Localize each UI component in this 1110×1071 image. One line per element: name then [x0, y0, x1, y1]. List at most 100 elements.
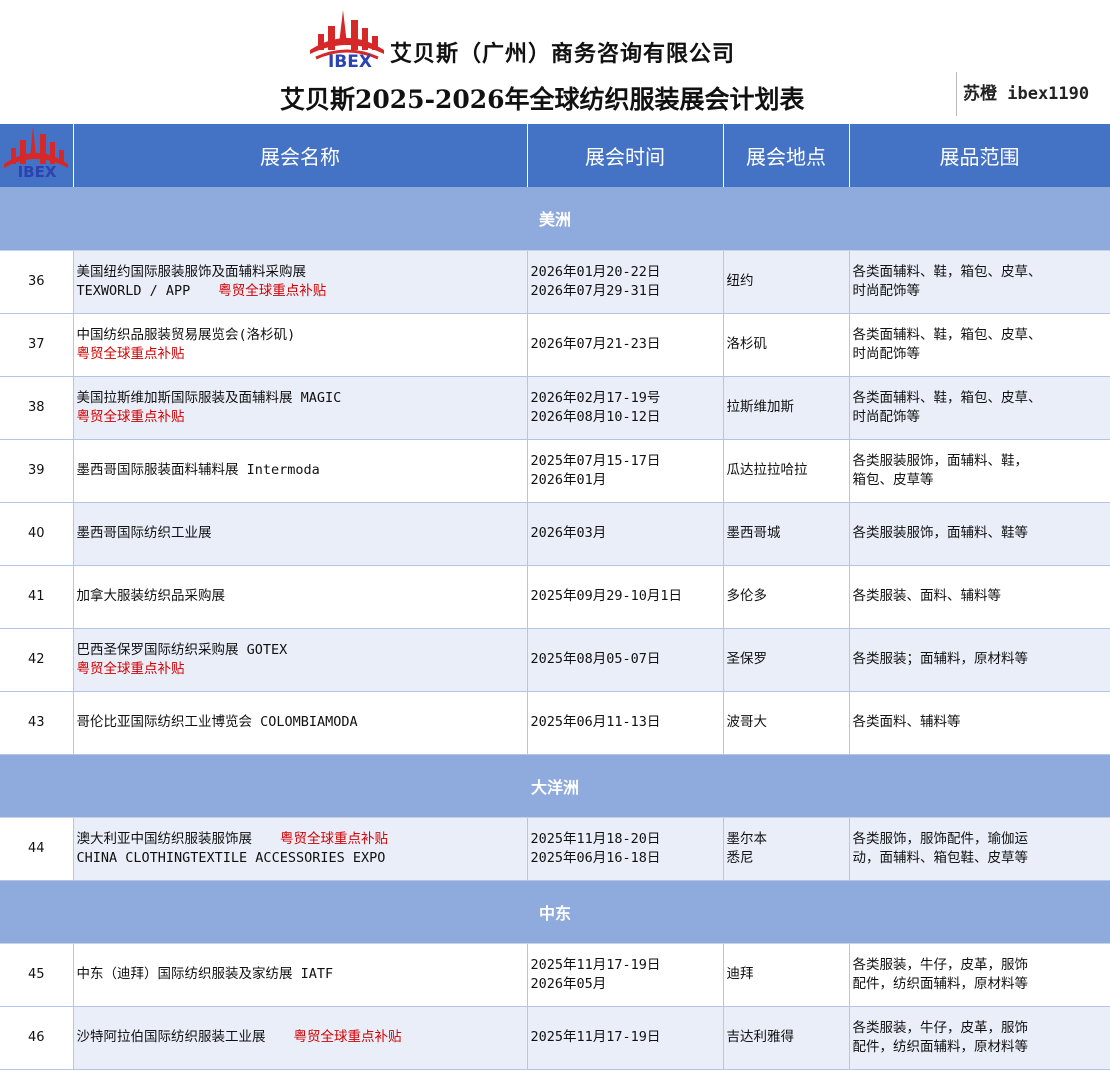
document-header: IBEX 艾贝斯（广州）商务咨询有限公司 艾贝斯2025-2026年全球纺织服装…	[0, 0, 1110, 124]
table-row: 45 中东（迪拜）国际纺织服装及家纺展 IATF 2025年11月17-19日 …	[0, 943, 1110, 1007]
scope-line: 时尚配饰等	[852, 282, 921, 299]
exhibition-name: 沙特阿拉伯国际纺织服装工业展 粤贸全球重点补贴	[73, 1006, 528, 1070]
subsidy-tag: 粤贸全球重点补贴	[76, 408, 185, 425]
exhibition-table: IBEX 展会名称 展会时间 展会地点 展品范围 美洲 36 美国纽约国际服装服…	[0, 124, 1110, 1070]
exhibition-location: 多伦多	[723, 565, 850, 629]
row-number: 37	[0, 313, 74, 377]
row-number: 42	[0, 628, 74, 692]
table-row: 43 哥伦比亚国际纺织工业博览会 COLOMBIAMODA 2025年06月11…	[0, 691, 1110, 755]
scope-line: 各类服饰，服饰配件，瑜伽运	[852, 830, 1029, 847]
exhibition-date: 2025年08月05-07日	[527, 628, 724, 692]
date-line: 2026年08月10-12日	[530, 408, 661, 425]
name-line: CHINA CLOTHINGTEXTILE ACCESSORIES EXPO	[76, 849, 386, 866]
location-line: 墨尔本	[726, 830, 768, 847]
exhibition-location: 波哥大	[723, 691, 850, 755]
scope-line: 时尚配饰等	[852, 408, 921, 425]
exhibition-date: 2026年07月21-23日	[527, 313, 724, 377]
date-line: 2025年11月18-20日	[530, 830, 661, 847]
region-label: 中东	[0, 880, 1110, 944]
exhibition-date: 2025年11月17-19日	[527, 1006, 724, 1070]
exhibition-scope: 各类服装；面辅料，原材料等	[849, 628, 1110, 692]
column-header-location: 展会地点	[723, 124, 850, 187]
subsidy-tag: 粤贸全球重点补贴	[218, 282, 327, 299]
scope-line: 各类服装，牛仔，皮革，服饰	[852, 956, 1029, 973]
region-label: 美洲	[0, 187, 1110, 251]
scope-line: 各类面辅料、鞋，箱包、皮草、	[852, 263, 1042, 280]
table-header-row: IBEX 展会名称 展会时间 展会地点 展品范围	[0, 124, 1110, 187]
date-line: 2025年11月17-19日	[530, 956, 661, 973]
exhibition-name: 巴西圣保罗国际纺织采购展 GOTEX 粤贸全球重点补贴	[73, 628, 528, 692]
header-logo-cell: IBEX	[0, 124, 74, 187]
region-row-americas: 美洲	[0, 187, 1110, 251]
exhibition-location: 圣保罗	[723, 628, 850, 692]
exhibition-scope: 各类服装、面料、辅料等	[849, 565, 1110, 629]
row-number: 45	[0, 943, 74, 1007]
region-label: 大洋洲	[0, 754, 1110, 818]
row-number: 44	[0, 817, 74, 881]
logo-text: IBEX	[327, 52, 372, 72]
table-row: 36 美国纽约国际服装服饰及面辅料采购展 TEXWORLD / APP 粤贸全球重…	[0, 250, 1110, 314]
location-line: 悉尼	[726, 849, 754, 866]
table-row: 46 沙特阿拉伯国际纺织服装工业展 粤贸全球重点补贴 2025年11月17-19日…	[0, 1006, 1110, 1070]
table-row: 38 美国拉斯维加斯国际服装及面辅料展 MAGIC 粤贸全球重点补贴 2026年…	[0, 376, 1110, 440]
scope-line: 各类服装服饰，面辅料、鞋，	[852, 452, 1029, 469]
contact-label: 苏橙 ibex1190	[956, 72, 1106, 116]
exhibition-name: 墨西哥国际纺织工业展	[73, 502, 528, 566]
date-line: 2026年01月	[530, 471, 607, 488]
scope-line: 配件，纺织面辅料，原材料等	[852, 975, 1029, 992]
exhibition-date: 2026年01月20-22日 2026年07月29-31日	[527, 250, 724, 314]
page-title: 艾贝斯2025-2026年全球纺织服装展会计划表	[280, 85, 805, 114]
small-logo-text: IBEX	[17, 163, 57, 181]
exhibition-scope: 各类服装，牛仔，皮革，服饰 配件，纺织面辅料，原材料等	[849, 1006, 1110, 1070]
region-row-oceania: 大洋洲	[0, 754, 1110, 818]
table-row: 42 巴西圣保罗国际纺织采购展 GOTEX 粤贸全球重点补贴 2025年08月0…	[0, 628, 1110, 692]
name-line: TEXWORLD / APP	[76, 282, 191, 299]
table-row: 44 澳大利亚中国纺织服装服饰展 粤贸全球重点补贴 CHINA CLOTHINGT…	[0, 817, 1110, 881]
name-line: 澳大利亚中国纺织服装服饰展	[76, 830, 253, 847]
table-row: 37 中国纺织品服装贸易展览会(洛杉矶) 粤贸全球重点补贴 2026年07月21…	[0, 313, 1110, 377]
name-line: 中国纺织品服装贸易展览会(洛杉矶)	[76, 326, 296, 343]
date-line: 2026年07月29-31日	[530, 282, 661, 299]
exhibition-location: 迪拜	[723, 943, 850, 1007]
column-header-name: 展会名称	[73, 124, 528, 187]
exhibition-scope: 各类面料、辅料等	[849, 691, 1110, 755]
exhibition-date: 2026年03月	[527, 502, 724, 566]
table-row: 41 加拿大服装纺织品采购展 2025年09月29-10月1日 多伦多 各类服装…	[0, 565, 1110, 629]
exhibition-date: 2025年11月17-19日 2026年05月	[527, 943, 724, 1007]
exhibition-scope: 各类面辅料、鞋，箱包、皮草、 时尚配饰等	[849, 250, 1110, 314]
table-row: 40 墨西哥国际纺织工业展 2026年03月 墨西哥城 各类服装服饰，面辅料、鞋…	[0, 502, 1110, 566]
exhibition-date: 2025年06月11-13日	[527, 691, 724, 755]
exhibition-scope: 各类面辅料、鞋，箱包、皮草、 时尚配饰等	[849, 313, 1110, 377]
exhibition-name: 美国拉斯维加斯国际服装及面辅料展 MAGIC 粤贸全球重点补贴	[73, 376, 528, 440]
column-header-date: 展会时间	[527, 124, 724, 187]
exhibition-scope: 各类服装服饰，面辅料、鞋等	[849, 502, 1110, 566]
row-number: 39	[0, 439, 74, 503]
exhibition-name: 墨西哥国际服装面料辅料展 Intermoda	[73, 439, 528, 503]
exhibition-scope: 各类服装服饰，面辅料、鞋， 箱包、皮草等	[849, 439, 1110, 503]
row-number: 40	[0, 502, 74, 566]
name-line: 巴西圣保罗国际纺织采购展 GOTEX	[76, 641, 288, 658]
name-line: 美国拉斯维加斯国际服装及面辅料展 MAGIC	[76, 389, 342, 406]
subsidy-tag: 粤贸全球重点补贴	[280, 830, 388, 847]
column-header-scope: 展品范围	[849, 124, 1110, 187]
subsidy-tag: 粤贸全球重点补贴	[293, 1029, 402, 1045]
name-line: 美国纽约国际服装服饰及面辅料采购展	[76, 263, 307, 280]
subsidy-tag: 粤贸全球重点补贴	[76, 345, 185, 362]
row-number: 38	[0, 376, 74, 440]
row-number: 46	[0, 1006, 74, 1070]
exhibition-date: 2025年07月15-17日 2026年01月	[527, 439, 724, 503]
row-number: 36	[0, 250, 74, 314]
region-row-middle-east: 中东	[0, 880, 1110, 944]
exhibition-date: 2026年02月17-19号 2026年08月10-12日	[527, 376, 724, 440]
exhibition-location: 墨尔本 悉尼	[723, 817, 850, 881]
name-line: 沙特阿拉伯国际纺织服装工业展	[76, 1029, 266, 1045]
exhibition-location: 墨西哥城	[723, 502, 850, 566]
exhibition-scope: 各类服装，牛仔，皮革，服饰 配件，纺织面辅料，原材料等	[849, 943, 1110, 1007]
scope-line: 动，面辅料、箱包鞋、皮草等	[852, 849, 1029, 866]
exhibition-name: 中国纺织品服装贸易展览会(洛杉矶) 粤贸全球重点补贴	[73, 313, 528, 377]
company-name: 艾贝斯（广州）商务咨询有限公司	[390, 42, 736, 67]
date-line: 2026年02月17-19号	[530, 389, 661, 406]
scope-line: 配件，纺织面辅料，原材料等	[852, 1038, 1029, 1055]
exhibition-name: 加拿大服装纺织品采购展	[73, 565, 528, 629]
date-line: 2025年07月15-17日	[530, 452, 661, 469]
